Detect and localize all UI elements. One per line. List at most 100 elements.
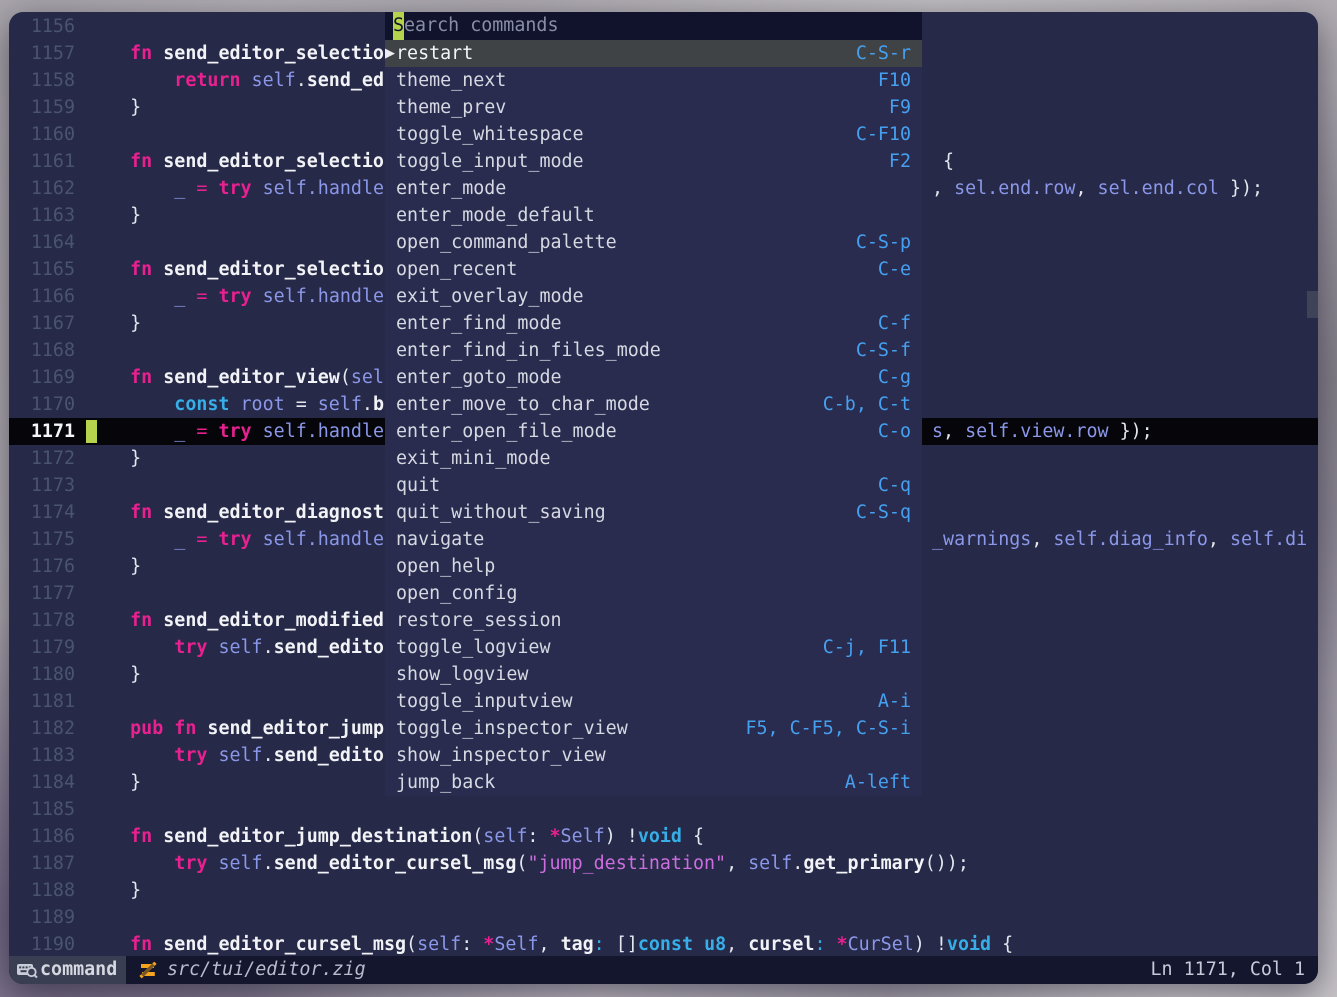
palette-item-enter_find_mode[interactable]: enter_find_modeC-f — [385, 310, 922, 337]
palette-item-exit_mini_mode[interactable]: exit_mini_mode — [385, 445, 922, 472]
palette-item-keybinding: C-b, C-t — [823, 391, 911, 418]
palette-search-input[interactable]: Search commands — [385, 12, 922, 40]
palette-item-enter_open_file_mode[interactable]: enter_open_file_mode C-o — [385, 418, 922, 445]
code-text-continuation: _warnings, self.diag_info, self.di — [932, 526, 1307, 553]
line-number: 1175 — [9, 526, 75, 553]
palette-item-keybinding: F9 — [889, 94, 911, 121]
cursor-position: Ln 1171, Col 1 — [1151, 956, 1305, 984]
code-line-1187[interactable]: 1187 try self.send_editor_cursel_msg("ju… — [9, 850, 1318, 877]
file-path: src/tui/editor.zig — [167, 956, 366, 984]
palette-item-keybinding: C-S-r — [856, 40, 911, 67]
palette-item-label: open_help — [396, 553, 495, 580]
code-line-1189[interactable]: 1189 — [9, 904, 1318, 931]
palette-item-toggle_inspector_view[interactable]: toggle_inspector_viewF5, C-F5, C-S-i — [385, 715, 922, 742]
palette-item-enter_mode[interactable]: enter_mode — [385, 175, 922, 202]
palette-item-quit[interactable]: quitC-q — [385, 472, 922, 499]
palette-item-toggle_logview[interactable]: toggle_logviewC-j, F11 — [385, 634, 922, 661]
palette-item-restore_session[interactable]: restore_session — [385, 607, 922, 634]
palette-item-open_recent[interactable]: open_recentC-e — [385, 256, 922, 283]
line-number: 1165 — [9, 256, 75, 283]
selected-pointer-icon: ▶ — [385, 40, 396, 67]
line-number: 1174 — [9, 499, 75, 526]
mode-indicator[interactable]: command — [9, 956, 126, 984]
palette-item-jump_back[interactable]: jump_backA-left — [385, 769, 922, 796]
code-text: fn send_editor_selectio — [86, 256, 384, 283]
code-line-1186[interactable]: 1186 fn send_editor_jump_destination(sel… — [9, 823, 1318, 850]
line-number: 1158 — [9, 67, 75, 94]
palette-item-label: navigate — [396, 526, 484, 553]
palette-item-label: open_command_palette — [396, 229, 617, 256]
line-number: 1173 — [9, 472, 75, 499]
palette-item-open_config[interactable]: open_config — [385, 580, 922, 607]
code-line-1185[interactable]: 1185 — [9, 796, 1318, 823]
palette-item-label: theme_next — [396, 67, 506, 94]
palette-item-keybinding: C-e — [878, 256, 911, 283]
line-number: 1168 — [9, 337, 75, 364]
palette-item-label: toggle_logview — [396, 634, 550, 661]
code-text-continuation: , sel.end.row, sel.end.col }); — [932, 175, 1263, 202]
palette-item-label: quit — [396, 472, 440, 499]
palette-item-label: enter_open_file_mode — [396, 418, 617, 445]
line-number: 1172 — [9, 445, 75, 472]
palette-item-theme_prev[interactable]: theme_prev F9 — [385, 94, 922, 121]
palette-item-label: open_config — [396, 580, 517, 607]
line-number: 1164 — [9, 229, 75, 256]
palette-item-enter_find_in_files_mode[interactable]: enter_find_in_files_modeC-S-f — [385, 337, 922, 364]
palette-item-label: toggle_inputview — [396, 688, 573, 715]
code-text: } — [86, 445, 141, 472]
palette-item-label: toggle_whitespace — [396, 121, 584, 148]
code-text: } — [86, 553, 141, 580]
palette-item-toggle_input_mode[interactable]: toggle_input_modeF2 — [385, 148, 922, 175]
line-number: 1177 — [9, 580, 75, 607]
palette-item-open_command_palette[interactable]: open_command_paletteC-S-p — [385, 229, 922, 256]
palette-item-toggle_inputview[interactable]: toggle_inputviewA-i — [385, 688, 922, 715]
code-text: fn send_editor_selectio — [86, 148, 384, 175]
code-text: try self.send_edito — [86, 634, 384, 661]
palette-item-list: ▶restartC-S-rtheme_nextF10theme_prevF9to… — [385, 40, 922, 796]
line-number: 1178 — [9, 607, 75, 634]
line-number: 1182 — [9, 715, 75, 742]
palette-item-label: theme_prev — [396, 94, 506, 121]
palette-item-keybinding: C-F10 — [856, 121, 911, 148]
line-number: 1184 — [9, 769, 75, 796]
palette-item-open_help[interactable]: open_help — [385, 553, 922, 580]
palette-item-restart[interactable]: ▶restart C-S-r — [385, 40, 922, 67]
palette-item-show_logview[interactable]: show_logview — [385, 661, 922, 688]
zig-logo-icon — [139, 961, 157, 979]
palette-item-label: enter_mode — [396, 175, 506, 202]
palette-item-keybinding: C-f — [878, 310, 911, 337]
palette-item-label: restart — [396, 40, 473, 67]
palette-item-keybinding: F10 — [878, 67, 911, 94]
line-number: 1171 — [9, 418, 75, 445]
code-text: } — [86, 310, 141, 337]
palette-item-enter_mode_default[interactable]: enter_mode_default — [385, 202, 922, 229]
line-number: 1162 — [9, 175, 75, 202]
palette-item-keybinding: F5, C-F5, C-S-i — [745, 715, 911, 742]
palette-item-show_inspector_view[interactable]: show_inspector_view — [385, 742, 922, 769]
code-line-1190[interactable]: 1190 fn send_editor_cursel_msg(self: *Se… — [9, 931, 1318, 956]
line-number: 1183 — [9, 742, 75, 769]
code-text: return self.send_ed — [86, 67, 384, 94]
code-text: } — [86, 202, 141, 229]
palette-item-enter_move_to_char_mode[interactable]: enter_move_to_char_modeC-b, C-t — [385, 391, 922, 418]
palette-item-toggle_whitespace[interactable]: toggle_whitespace C-F10 — [385, 121, 922, 148]
scrollbar-thumb[interactable] — [1307, 291, 1318, 318]
line-number: 1190 — [9, 931, 75, 956]
line-number: 1157 — [9, 40, 75, 67]
palette-item-navigate[interactable]: navigate — [385, 526, 922, 553]
code-line-1188[interactable]: 1188 } — [9, 877, 1318, 904]
palette-item-exit_overlay_mode[interactable]: exit_overlay_mode — [385, 283, 922, 310]
line-number: 1186 — [9, 823, 75, 850]
code-text: _ = try self.handle — [86, 526, 384, 553]
line-number: 1181 — [9, 688, 75, 715]
palette-item-theme_next[interactable]: theme_next F10 — [385, 67, 922, 94]
palette-item-keybinding: C-g — [878, 364, 911, 391]
status-bar: command src/tui/editor.zig Ln 1171, Col … — [9, 956, 1318, 984]
line-number: 1188 — [9, 877, 75, 904]
line-number: 1176 — [9, 553, 75, 580]
palette-item-enter_goto_mode[interactable]: enter_goto_modeC-g — [385, 364, 922, 391]
palette-item-keybinding: C-o — [878, 418, 911, 445]
line-number: 1170 — [9, 391, 75, 418]
palette-item-quit_without_saving[interactable]: quit_without_savingC-S-q — [385, 499, 922, 526]
code-text-continuation: { — [943, 148, 954, 175]
